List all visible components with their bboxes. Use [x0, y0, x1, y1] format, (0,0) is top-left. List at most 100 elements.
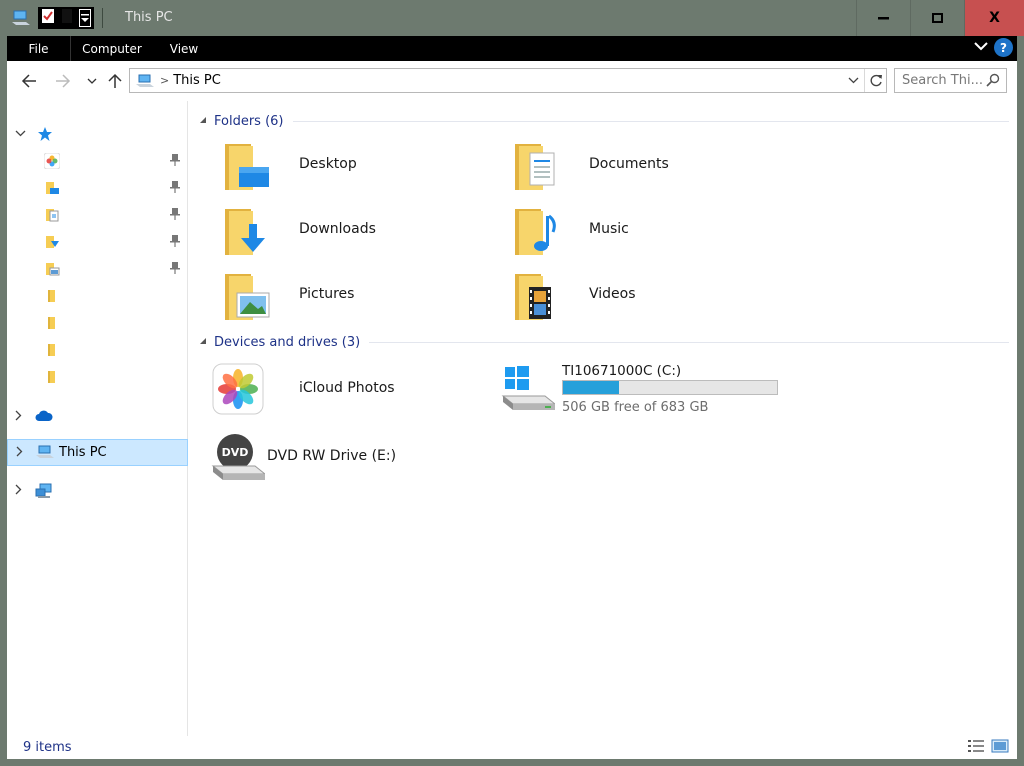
collapse-triangle-icon[interactable]	[199, 116, 214, 126]
nav-folder[interactable]	[7, 363, 188, 390]
up-button[interactable]	[105, 70, 125, 92]
pin-icon[interactable]	[169, 234, 181, 248]
forward-arrow-icon	[56, 74, 71, 88]
music-folder-icon	[515, 209, 556, 255]
folder-documents[interactable]: Documents	[507, 141, 787, 195]
forward-button[interactable]	[53, 70, 73, 92]
videos-folder-icon	[515, 274, 551, 320]
star-icon	[37, 126, 53, 142]
explorer-content: > This PC Search Thi... This PC Folders …	[7, 61, 1017, 759]
pin-icon[interactable]	[169, 153, 181, 167]
documents-folder-icon	[44, 207, 60, 223]
collapse-triangle-icon[interactable]	[199, 337, 214, 347]
chevron-expanded-icon[interactable]	[15, 127, 27, 140]
status-bar: 9 items	[7, 736, 1017, 759]
search-icon[interactable]	[986, 73, 1000, 91]
drive-free-space: 506 GB free of 683 GB	[562, 400, 709, 415]
documents-folder-icon	[515, 144, 555, 190]
nav-pinned-photos[interactable]	[7, 147, 188, 174]
group-title: Folders (6)	[214, 113, 284, 129]
group-divider	[292, 120, 1009, 122]
tab-file[interactable]: File	[7, 36, 71, 61]
pictures-folder-icon	[225, 274, 270, 320]
refresh-icon	[870, 74, 882, 86]
drive-usage-bar	[562, 380, 778, 395]
back-arrow-icon	[21, 74, 36, 88]
nav-folder[interactable]	[7, 282, 188, 309]
chevron-right-icon[interactable]	[16, 446, 28, 460]
breadcrumb-separator[interactable]: >	[160, 74, 169, 87]
pin-icon[interactable]	[169, 180, 181, 194]
device-icloud-photos[interactable]: iCloud Photos	[211, 362, 491, 416]
help-icon[interactable]: ?	[994, 38, 1013, 57]
nav-pinned-pictures[interactable]	[7, 255, 188, 282]
drive-dvd[interactable]: DVD DVD RW Drive (E:)	[211, 430, 491, 484]
folder-label: Downloads	[299, 221, 376, 237]
search-box[interactable]: Search Thi...	[894, 68, 1007, 93]
nav-folder[interactable]	[7, 336, 188, 363]
nav-pinned-downloads[interactable]	[7, 228, 188, 255]
breadcrumb-this-pc[interactable]: This PC	[173, 73, 221, 88]
nav-pinned-desktop[interactable]	[7, 174, 188, 201]
nav-folder[interactable]	[7, 309, 188, 336]
nav-quick-access[interactable]	[7, 120, 188, 147]
folder-downloads[interactable]: Downloads	[217, 206, 497, 260]
group-header-folders[interactable]: Folders (6)	[199, 111, 1009, 131]
expand-ribbon-icon[interactable]	[974, 40, 988, 55]
icloud-photos-icon	[212, 363, 264, 415]
drive-usage-fill	[563, 381, 619, 394]
item-count: 9 items	[23, 740, 72, 755]
main-content: Folders (6) Desktop Documents Downloads …	[189, 101, 1017, 736]
refresh-button[interactable]	[864, 69, 886, 92]
pin-icon[interactable]	[169, 261, 181, 275]
address-bar[interactable]: > This PC	[129, 68, 887, 93]
recent-locations-button[interactable]	[85, 70, 99, 92]
customize-qat-icon[interactable]	[79, 9, 91, 27]
new-folder-icon[interactable]	[61, 8, 73, 28]
folder-videos[interactable]: Videos	[507, 271, 787, 325]
group-title: Devices and drives (3)	[214, 334, 361, 350]
address-history-button[interactable]	[842, 77, 864, 84]
navigation-bar: > This PC Search Thi...	[7, 61, 1017, 101]
folder-music[interactable]: Music	[507, 206, 787, 260]
close-button[interactable]: X	[964, 0, 1024, 36]
chevron-right-icon[interactable]	[15, 484, 27, 498]
qat-separator	[102, 8, 103, 28]
search-placeholder: Search Thi...	[902, 73, 983, 88]
back-button[interactable]	[19, 70, 39, 92]
nav-network[interactable]	[7, 477, 188, 504]
large-icons-view-icon[interactable]	[991, 739, 1009, 757]
nav-this-pc[interactable]: This PC	[7, 439, 188, 466]
ribbon-tabs: File Computer View ?	[7, 36, 1017, 61]
this-pc-icon	[136, 74, 154, 88]
explorer-window: This PC X File Computer View ? > This PC…	[0, 0, 1024, 766]
details-view-icon[interactable]	[967, 739, 985, 757]
tab-computer[interactable]: Computer	[77, 36, 147, 61]
minimize-icon	[878, 16, 889, 19]
group-header-devices[interactable]: Devices and drives (3)	[199, 332, 1009, 352]
pin-icon[interactable]	[169, 207, 181, 221]
maximize-button[interactable]	[910, 0, 964, 36]
up-arrow-icon	[108, 73, 122, 88]
folder-pictures[interactable]: Pictures	[217, 271, 497, 325]
folder-label: Music	[589, 221, 629, 237]
view-switcher	[967, 739, 1009, 757]
folder-icon	[44, 369, 60, 385]
this-pc-window-icon[interactable]	[10, 7, 32, 29]
folder-desktop[interactable]: Desktop	[217, 141, 497, 195]
nav-onedrive[interactable]	[7, 403, 188, 430]
folder-label: Documents	[589, 156, 669, 172]
device-label: DVD RW Drive (E:)	[267, 448, 397, 464]
qat-buttons	[38, 7, 94, 29]
window-title: This PC	[125, 10, 173, 25]
folder-icon	[44, 288, 60, 304]
properties-icon[interactable]	[41, 8, 55, 28]
minimize-button[interactable]	[856, 0, 910, 36]
chevron-right-icon[interactable]	[15, 410, 27, 424]
onedrive-cloud-icon	[35, 409, 53, 425]
close-icon: X	[989, 10, 1000, 26]
nav-pinned-documents[interactable]	[7, 201, 188, 228]
desktop-folder-icon	[225, 144, 269, 190]
tab-view[interactable]: View	[159, 36, 209, 61]
folder-icon	[44, 342, 60, 358]
